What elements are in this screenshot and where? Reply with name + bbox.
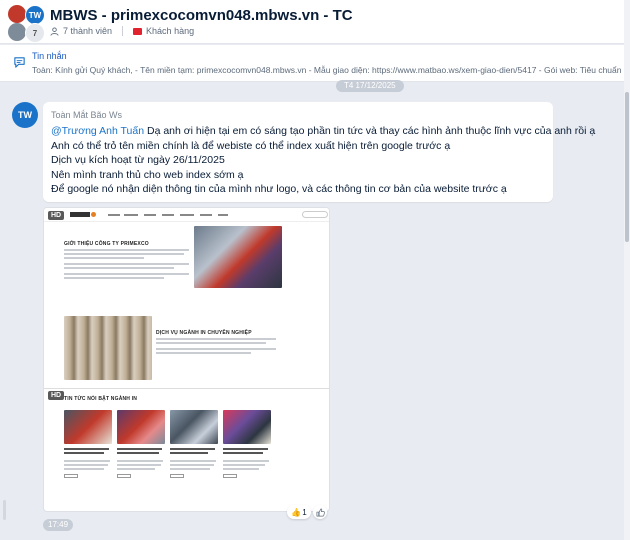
mini-text-line <box>64 249 189 251</box>
screenshot-divider <box>44 388 329 389</box>
mini-text-line <box>117 460 163 462</box>
mini-text-line <box>64 257 144 259</box>
pinned-message[interactable]: Tin nhắn Toàn: Kính gửi Quý khách, - Tên… <box>0 45 630 82</box>
label-tag[interactable]: Khách hàng <box>146 26 194 36</box>
mini-text-line <box>64 464 108 466</box>
mini-nav-item <box>124 214 138 216</box>
sender-name: Toàn Mắt Bão Ws <box>51 110 123 120</box>
chat-bubble-icon <box>14 57 25 68</box>
mini-search-box <box>302 211 328 218</box>
thumbs-up-icon: 👍 <box>291 507 302 517</box>
mini-readmore-button <box>64 474 78 478</box>
member-count[interactable]: 7 thành viên <box>63 26 112 36</box>
hd-badge: HD <box>48 211 65 220</box>
news-photo <box>64 410 112 444</box>
member-avatar <box>8 23 26 41</box>
message-line: @Trương Anh Tuấn Dạ anh ơi hiện tại em c… <box>51 124 595 139</box>
mini-logo-dot <box>91 212 96 217</box>
mini-text-line <box>64 277 164 279</box>
date-divider: T4 17/12/2025 <box>336 80 404 92</box>
mini-news-title <box>223 452 263 454</box>
mini-text-line <box>156 352 251 354</box>
hd-badge: HD <box>48 391 65 400</box>
divider <box>122 26 124 36</box>
message-time: 17:49 <box>43 519 74 531</box>
mini-nav-item <box>218 214 228 216</box>
mini-news-title <box>170 448 215 450</box>
mini-section-title: DỊCH VỤ NGÀNH IN CHUYÊN NGHIỆP <box>156 330 252 336</box>
message-line: Để google nó nhận diện thông tin của mìn… <box>51 183 507 195</box>
member-avatar <box>8 5 26 23</box>
pinned-text: Toàn: Kính gửi Quý khách, - Tên miền tạm… <box>32 65 628 75</box>
mini-nav-item <box>144 214 156 216</box>
conversation-meta: 7 thành viên Khách hàng <box>50 26 194 36</box>
mini-readmore-button <box>170 474 184 478</box>
mini-section-title: TIN TỨC NỔI BẬT NGÀNH IN <box>64 396 138 402</box>
image-attachment[interactable]: HD GIỚI THIỆU CÔNG TY PRIMEXCO DỊCH VỤ N… <box>43 207 330 512</box>
message-line: Dịch vụ kích hoạt từ ngày 26/11/2025 <box>51 154 225 166</box>
mini-news-title <box>117 448 162 450</box>
mini-text-line <box>223 464 265 466</box>
mini-readmore-button <box>117 474 131 478</box>
mini-text-line <box>170 460 216 462</box>
pinned-title: Tin nhắn <box>32 51 67 61</box>
mini-news-title <box>64 448 109 450</box>
mini-text-line <box>223 460 269 462</box>
scrollbar-thumb[interactable] <box>625 92 629 242</box>
group-avatar[interactable]: TW 7 <box>8 5 45 43</box>
chat-header: TW 7 MBWS - primexcocomvn048.mbws.vn - T… <box>0 0 630 44</box>
message-bubble[interactable]: Toàn Mắt Bão Ws @Trương Anh Tuấn Dạ anh … <box>43 102 595 202</box>
news-photo <box>117 410 165 444</box>
mini-text-line <box>156 348 276 350</box>
mini-text-line <box>64 267 174 269</box>
mini-text-line <box>117 464 161 466</box>
reaction-number: 1 <box>302 507 307 517</box>
left-scroll-indicator <box>3 500 6 520</box>
mini-news-title <box>170 452 208 454</box>
mini-website-nav <box>44 208 329 222</box>
mini-text-line <box>156 338 276 340</box>
mini-text-line <box>64 253 184 255</box>
mini-text-line <box>64 468 104 470</box>
tag-icon <box>133 27 143 35</box>
like-icon <box>316 508 325 516</box>
member-avatar: TW <box>25 5 45 25</box>
user-icon <box>50 26 59 36</box>
conversation-title[interactable]: MBWS - primexcocomvn048.mbws.vn - TC <box>50 7 353 24</box>
paper-rolls-photo <box>64 316 152 380</box>
mini-nav-item <box>162 214 174 216</box>
news-photo <box>170 410 218 444</box>
mini-text-line <box>156 342 266 344</box>
mini-text-line <box>170 468 210 470</box>
mini-readmore-button <box>223 474 237 478</box>
message-line-text: Dạ anh ơi hiện tại em có sáng tạo phần t… <box>144 125 596 137</box>
mini-text-line <box>64 273 189 275</box>
mini-nav-item <box>200 214 212 216</box>
like-button[interactable] <box>313 505 327 519</box>
mini-section-title: GIỚI THIỆU CÔNG TY PRIMEXCO <box>64 241 149 247</box>
mini-text-line <box>117 468 155 470</box>
mini-logo <box>70 212 90 217</box>
mini-news-title <box>117 452 159 454</box>
mini-text-line <box>223 468 259 470</box>
message-line: Anh có thể trỏ tên miền chính là để webi… <box>51 139 451 152</box>
scrollbar-track[interactable] <box>624 0 630 540</box>
mini-news-title <box>223 448 268 450</box>
member-count-badge: 7 <box>25 23 45 43</box>
mini-nav-item <box>108 214 120 216</box>
printing-press-photo <box>194 226 282 288</box>
reaction-count[interactable]: 👍 1 <box>287 505 311 519</box>
message-line: Nên mình tranh thủ cho web index sớm ạ <box>51 168 244 181</box>
sender-avatar[interactable]: TW <box>12 102 38 128</box>
news-photo <box>223 410 271 444</box>
mini-text-line <box>64 460 110 462</box>
mention-link[interactable]: @Trương Anh Tuấn <box>51 125 144 137</box>
mini-text-line <box>64 263 189 265</box>
message-text: @Trương Anh Tuấn Dạ anh ơi hiện tại em c… <box>51 124 595 197</box>
mini-news-title <box>64 452 104 454</box>
mini-text-line <box>170 464 214 466</box>
mini-nav-item <box>180 214 194 216</box>
